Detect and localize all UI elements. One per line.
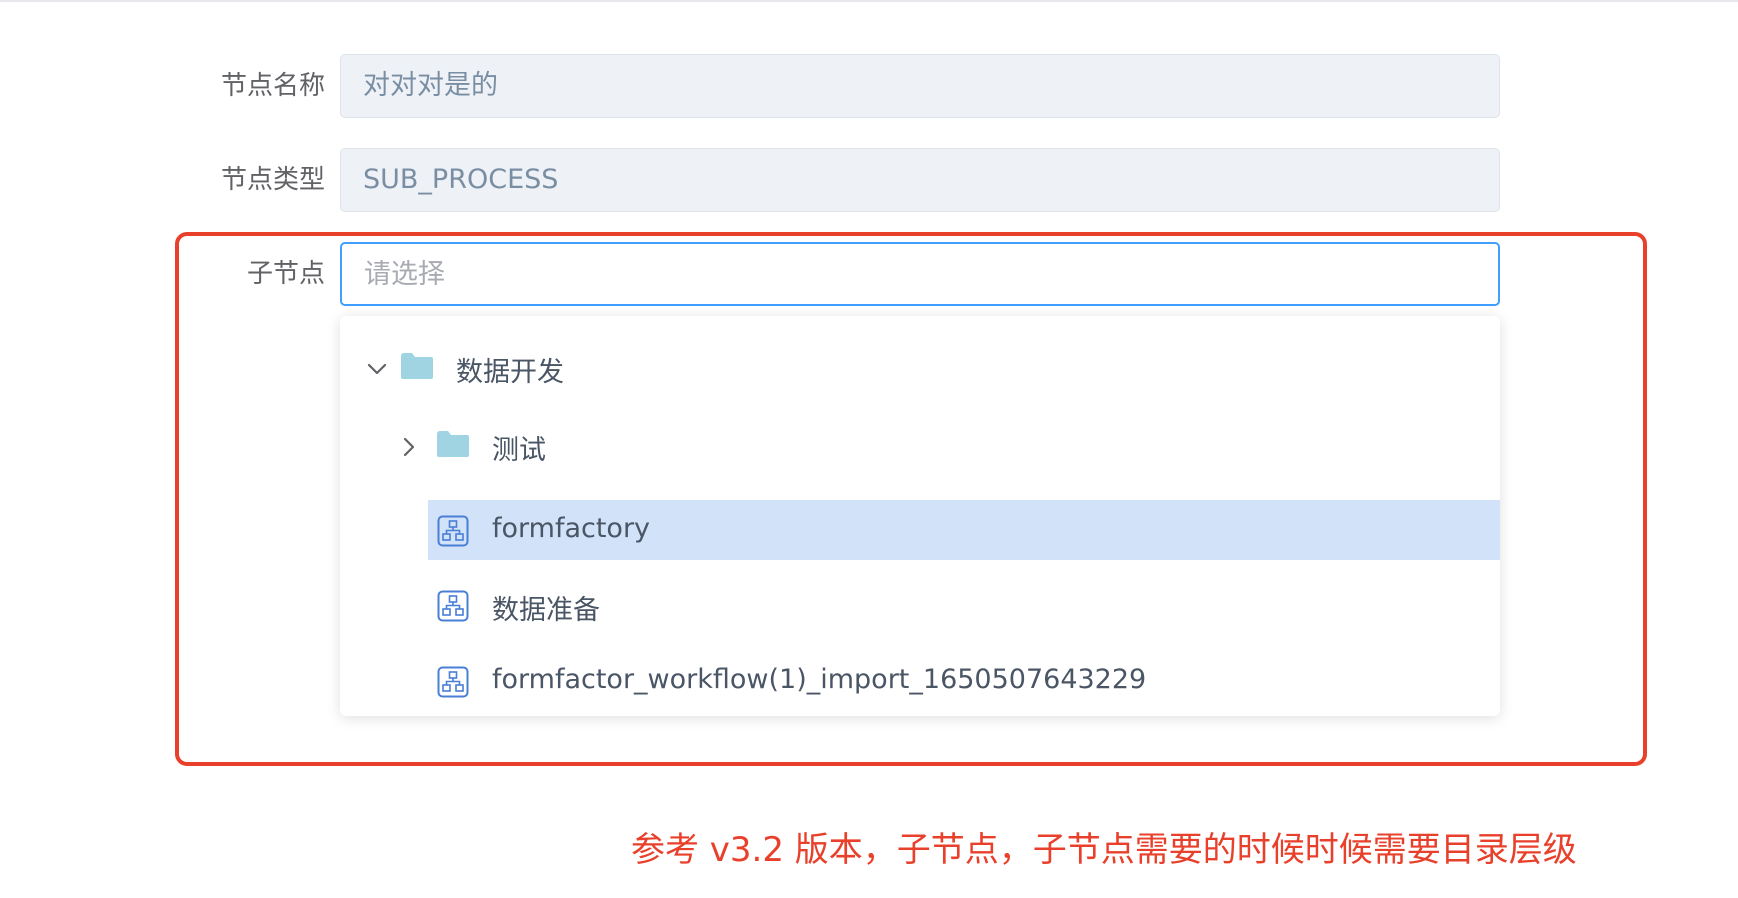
tree-node-root[interactable]: 数据开发 [340,338,1500,398]
form-row-node-name: 节点名称 对对对是的 [0,54,1738,118]
node-type-label: 节点类型 [220,165,325,195]
tree-node-label: 测试 [492,435,546,466]
tree-node-label: formfactory [492,513,651,544]
node-name-field[interactable]: 对对对是的 [340,54,1500,118]
node-name-label: 节点名称 [220,71,325,101]
form-row-child-node: 子节点 请选择 [0,242,1738,306]
tree-node-workflow[interactable]: 数据准备 [340,576,1500,636]
tree-node-label: 数据准备 [492,595,600,626]
child-node-dropdown: 数据开发 测试 formfactory 数据准备 formfactor_work… [340,316,1500,716]
workflow-icon [437,666,469,698]
annotation-note: 参考 v3.2 版本，子节点，子节点需要的时候时候需要目录层级 [631,830,1577,870]
chevron-right-icon[interactable] [396,434,422,460]
node-type-field[interactable]: SUB_PROCESS [340,148,1500,212]
tree-node-folder[interactable]: 测试 [340,416,1500,476]
tree-node-workflow-selected[interactable]: formfactory [340,500,1500,560]
folder-icon [437,431,469,457]
child-node-label: 子节点 [246,259,325,289]
top-divider [0,0,1738,2]
tree-node-label: formfactor_workflow(1)_import_1650507643… [492,664,1147,695]
tree-node-label: 数据开发 [456,357,564,388]
child-node-select[interactable]: 请选择 [340,242,1500,306]
folder-icon [401,353,433,379]
tree-node-workflow[interactable]: formfactor_workflow(1)_import_1650507643… [340,652,1500,712]
form-row-node-type: 节点类型 SUB_PROCESS [0,148,1738,212]
chevron-down-icon[interactable] [364,356,390,382]
workflow-icon [437,515,469,547]
workflow-icon [437,590,469,622]
